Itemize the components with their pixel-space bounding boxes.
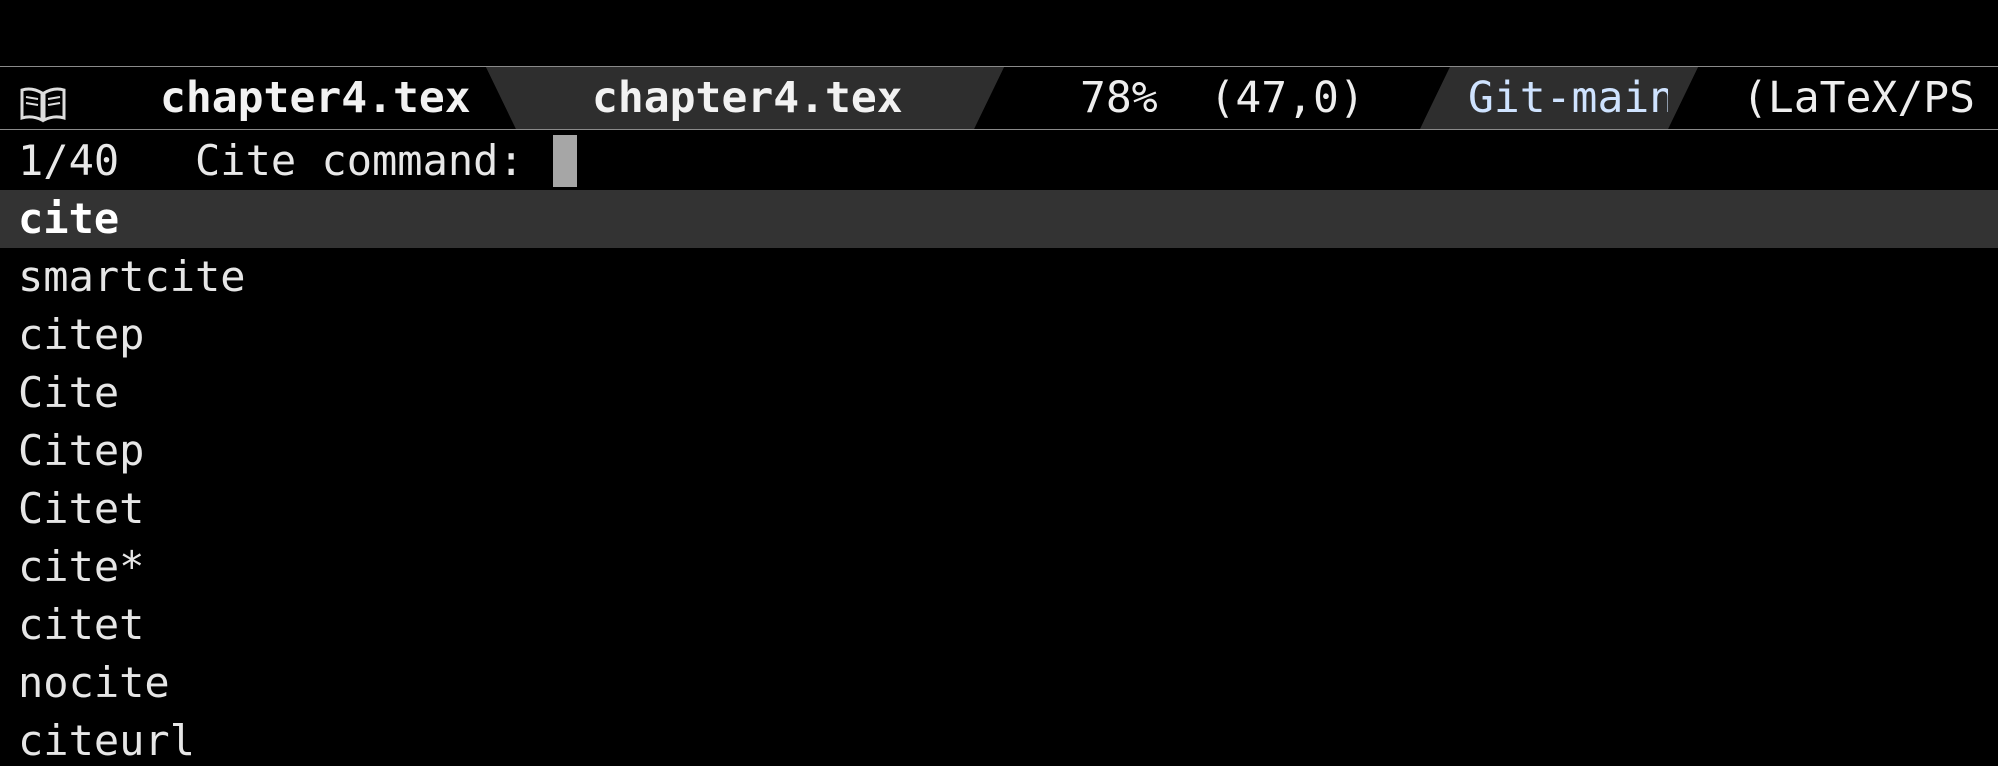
mode-line-mode-segment: (LaTeX/PS [1698,67,1998,129]
file-name[interactable]: chapter4.tex [592,67,903,129]
minibuffer-prompt[interactable]: 1/40 Cite command: [18,132,578,190]
completion-candidate[interactable]: citet [0,596,1998,654]
completion-candidate-selected[interactable]: cite [0,190,1998,248]
mode-line-file-segment: chapter4.tex [516,67,976,129]
mode-line-separator [486,67,516,129]
completion-candidate[interactable]: citep [0,306,1998,364]
mode-line: chapter4.tex chapter4.tex 78% (47,0) Git… [0,66,1998,130]
completion-candidate[interactable]: Cite [0,364,1998,422]
candidate-count: 1/40 [18,136,120,185]
completion-candidate[interactable]: nocite [0,654,1998,712]
completion-candidate[interactable]: Citep [0,422,1998,480]
mode-line-vcs-segment: Git-main [1450,67,1675,129]
mode-line-separator [1420,67,1450,129]
editor-top-area [0,0,1998,66]
completion-candidate[interactable]: citeurl [0,712,1998,766]
cursor-position: 78% (47,0) [1080,73,1365,123]
major-mode[interactable]: (LaTeX/PS [1742,67,1975,129]
mode-line-position-segment: 78% (47,0) [1004,67,1424,129]
book-icon [20,79,66,123]
mode-line-separator [1668,67,1698,129]
mode-line-separator [974,67,1004,129]
mode-line-buffer-segment: chapter4.tex [0,67,486,129]
vcs-branch[interactable]: Git-main [1468,67,1675,129]
buffer-name[interactable]: chapter4.tex [160,67,471,129]
completion-candidate[interactable]: Citet [0,480,1998,538]
completion-list: cite smartcite citep Cite Citep Citet ci… [0,190,1998,766]
completion-candidate[interactable]: cite* [0,538,1998,596]
completion-candidate[interactable]: smartcite [0,248,1998,306]
prompt-label: Cite command: [195,136,524,185]
text-cursor [553,134,578,187]
